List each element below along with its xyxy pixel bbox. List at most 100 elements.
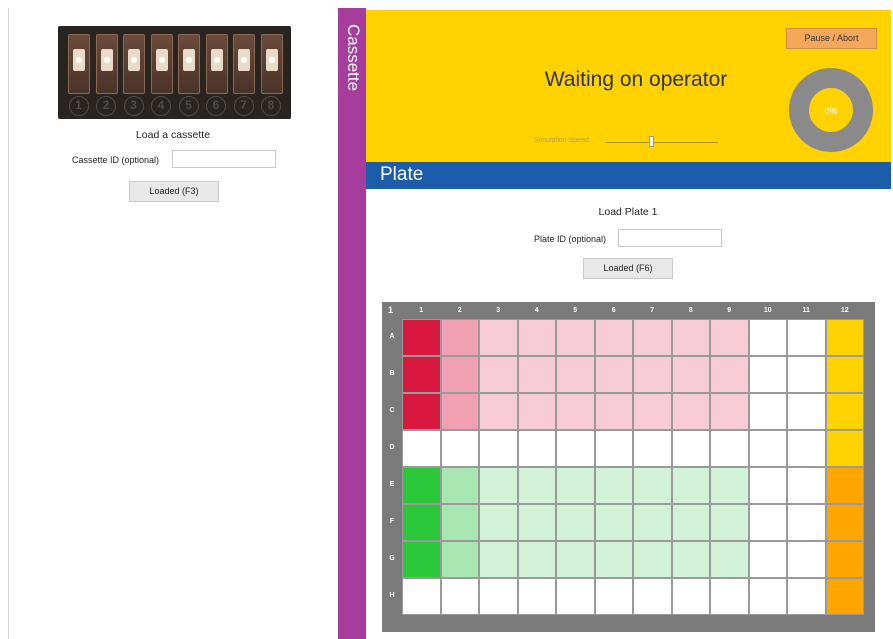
- plate-well[interactable]: [556, 430, 595, 467]
- plate-well[interactable]: [556, 578, 595, 615]
- plate-well[interactable]: [440, 504, 479, 541]
- plate-well[interactable]: [402, 356, 441, 393]
- plate-well[interactable]: [594, 319, 633, 356]
- plate-well[interactable]: [440, 356, 479, 393]
- simulation-speed-track[interactable]: [606, 142, 718, 143]
- plate-well[interactable]: [748, 319, 787, 356]
- plate-well[interactable]: [517, 319, 556, 356]
- plate-well[interactable]: [825, 541, 864, 578]
- plate-id-input[interactable]: [618, 229, 722, 247]
- plate-well[interactable]: [517, 541, 556, 578]
- plate-well[interactable]: [825, 578, 864, 615]
- plate-loaded-button[interactable]: Loaded (F6): [583, 258, 673, 279]
- plate-well[interactable]: [710, 541, 749, 578]
- plate-well[interactable]: [402, 430, 441, 467]
- plate-well[interactable]: [479, 541, 518, 578]
- plate-well[interactable]: [402, 467, 441, 504]
- plate-well[interactable]: [787, 541, 826, 578]
- plate-well[interactable]: [825, 467, 864, 504]
- plate-well[interactable]: [594, 393, 633, 430]
- plate-well[interactable]: [479, 578, 518, 615]
- plate-well[interactable]: [671, 356, 710, 393]
- plate-well[interactable]: [787, 467, 826, 504]
- plate-well[interactable]: [633, 430, 672, 467]
- plate-well[interactable]: [594, 541, 633, 578]
- plate-well[interactable]: [556, 319, 595, 356]
- plate-well[interactable]: [517, 578, 556, 615]
- plate-well[interactable]: [825, 430, 864, 467]
- plate-well[interactable]: [825, 504, 864, 541]
- plate-well[interactable]: [710, 504, 749, 541]
- plate-well[interactable]: [440, 393, 479, 430]
- plate-well[interactable]: [825, 356, 864, 393]
- plate-well[interactable]: [825, 393, 864, 430]
- plate-well[interactable]: [479, 430, 518, 467]
- plate-well[interactable]: [440, 578, 479, 615]
- plate-well[interactable]: [633, 541, 672, 578]
- plate-well[interactable]: [517, 504, 556, 541]
- plate-well[interactable]: [556, 504, 595, 541]
- plate-well[interactable]: [556, 467, 595, 504]
- plate-well[interactable]: [633, 467, 672, 504]
- plate-well[interactable]: [440, 430, 479, 467]
- cassette-id-input[interactable]: [172, 150, 276, 168]
- plate-well[interactable]: [402, 319, 441, 356]
- plate-well[interactable]: [594, 467, 633, 504]
- plate-well[interactable]: [748, 541, 787, 578]
- plate-well[interactable]: [748, 430, 787, 467]
- plate-well[interactable]: [787, 430, 826, 467]
- plate-well[interactable]: [402, 578, 441, 615]
- plate-well[interactable]: [440, 319, 479, 356]
- plate-well[interactable]: [710, 467, 749, 504]
- plate-well[interactable]: [787, 356, 826, 393]
- plate-well[interactable]: [402, 541, 441, 578]
- plate-well[interactable]: [479, 319, 518, 356]
- plate-well[interactable]: [633, 393, 672, 430]
- plate-well[interactable]: [479, 393, 518, 430]
- plate-well[interactable]: [556, 541, 595, 578]
- plate-well[interactable]: [787, 504, 826, 541]
- plate-well[interactable]: [440, 541, 479, 578]
- plate-well[interactable]: [633, 319, 672, 356]
- plate-well[interactable]: [517, 467, 556, 504]
- plate-well[interactable]: [556, 393, 595, 430]
- plate-well[interactable]: [671, 319, 710, 356]
- plate-well[interactable]: [479, 356, 518, 393]
- plate-well[interactable]: [671, 393, 710, 430]
- plate-well[interactable]: [479, 504, 518, 541]
- plate-well[interactable]: [748, 467, 787, 504]
- plate-well[interactable]: [594, 504, 633, 541]
- plate-well[interactable]: [517, 393, 556, 430]
- plate-well[interactable]: [710, 319, 749, 356]
- plate-well[interactable]: [671, 504, 710, 541]
- plate-well[interactable]: [594, 356, 633, 393]
- slider-thumb-icon[interactable]: [648, 136, 654, 147]
- plate-well[interactable]: [710, 430, 749, 467]
- plate-well[interactable]: [517, 356, 556, 393]
- plate-well[interactable]: [671, 467, 710, 504]
- plate-well[interactable]: [787, 319, 826, 356]
- plate-well[interactable]: [710, 393, 749, 430]
- plate-well[interactable]: [440, 467, 479, 504]
- plate-well[interactable]: [402, 393, 441, 430]
- plate-well[interactable]: [748, 393, 787, 430]
- plate-well[interactable]: [479, 467, 518, 504]
- plate-well[interactable]: [633, 578, 672, 615]
- plate-well[interactable]: [594, 430, 633, 467]
- plate-well[interactable]: [748, 356, 787, 393]
- plate-well[interactable]: [748, 504, 787, 541]
- plate-well[interactable]: [671, 430, 710, 467]
- plate-well[interactable]: [594, 578, 633, 615]
- plate-well[interactable]: [748, 578, 787, 615]
- plate-well[interactable]: [556, 356, 595, 393]
- plate-well[interactable]: [787, 393, 826, 430]
- plate-well[interactable]: [671, 578, 710, 615]
- plate-well[interactable]: [671, 541, 710, 578]
- plate-well[interactable]: [633, 356, 672, 393]
- plate-well[interactable]: [787, 578, 826, 615]
- plate-well[interactable]: [710, 356, 749, 393]
- plate-well[interactable]: [825, 319, 864, 356]
- plate-well[interactable]: [710, 578, 749, 615]
- cassette-loaded-button[interactable]: Loaded (F3): [129, 181, 219, 202]
- plate-well[interactable]: [633, 504, 672, 541]
